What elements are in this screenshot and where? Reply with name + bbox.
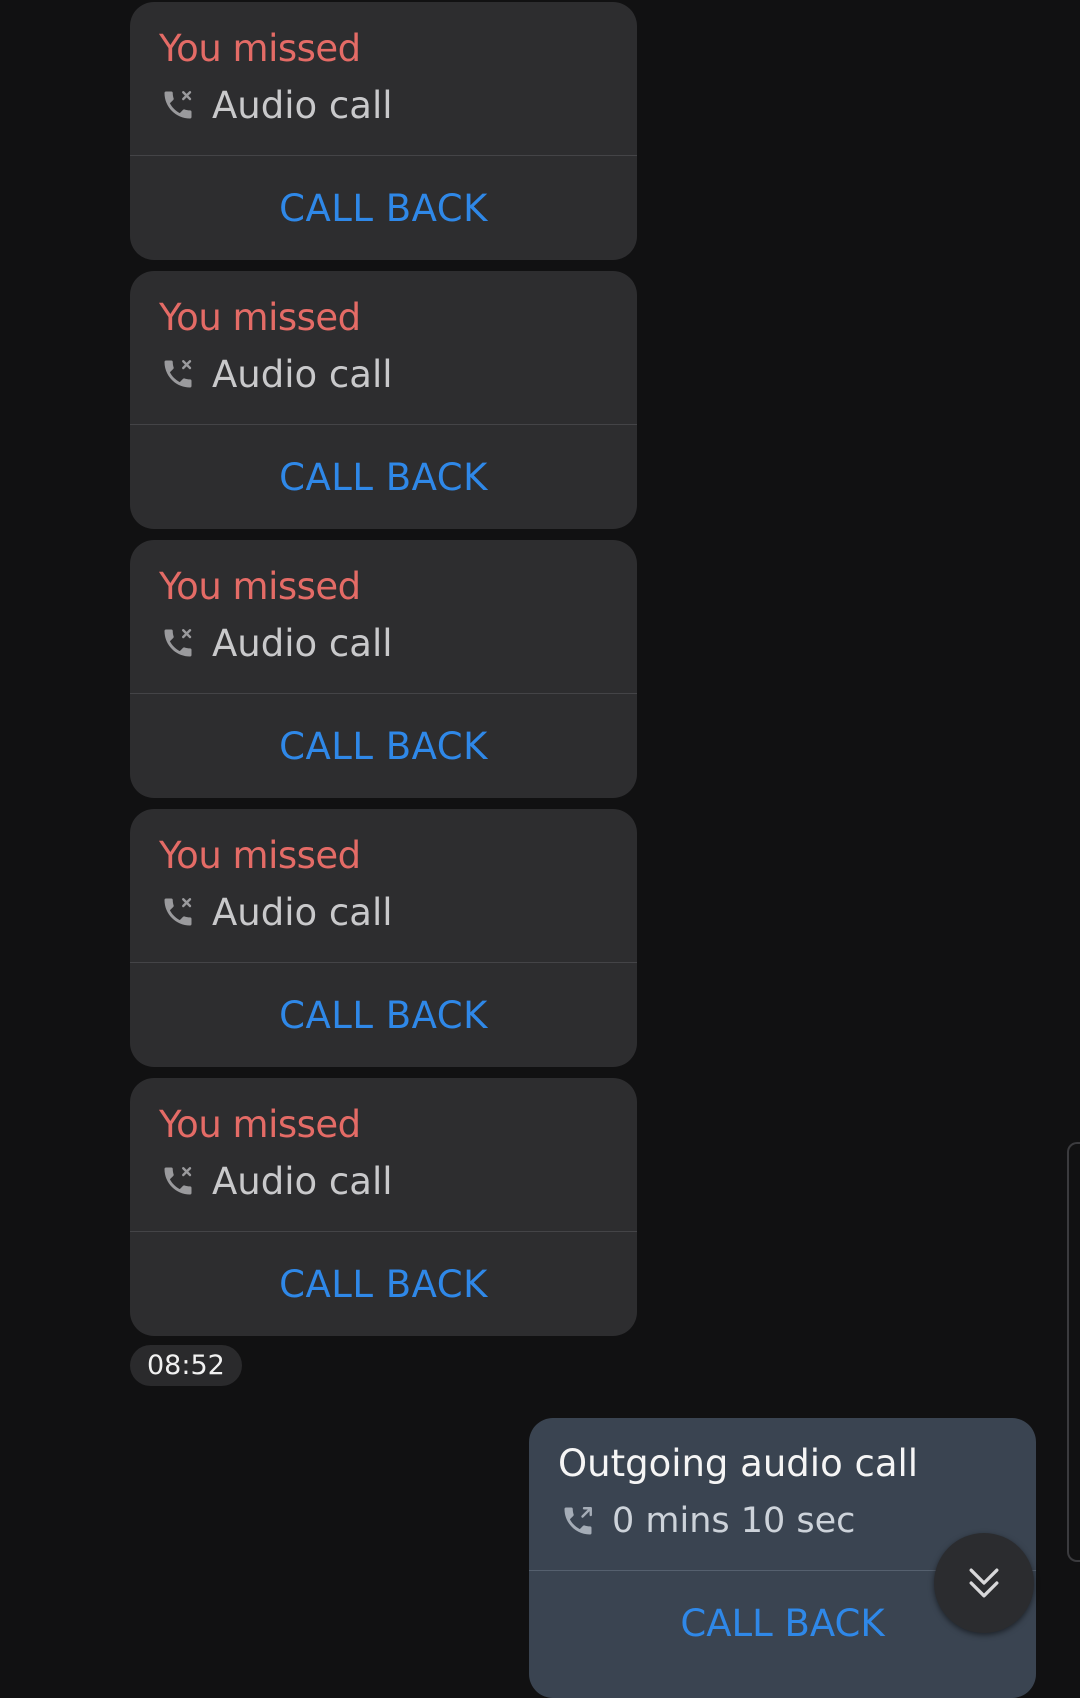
call-back-button[interactable]: CALL BACK bbox=[130, 963, 637, 1067]
outgoing-call-duration: 0 mins 10 sec bbox=[612, 1501, 856, 1541]
missed-call-info: You missed Audio call bbox=[130, 809, 637, 962]
outgoing-call-duration-row: 0 mins 10 sec bbox=[560, 1498, 855, 1544]
missed-call-type-label: Audio call bbox=[212, 621, 393, 665]
chat-conversation: You missed Audio call CALL BACK You miss… bbox=[0, 0, 1080, 1698]
call-back-button[interactable]: CALL BACK bbox=[130, 156, 637, 260]
outgoing-call-icon bbox=[564, 1507, 592, 1535]
missed-call-type-row: Audio call bbox=[160, 620, 393, 666]
missed-call-info: You missed Audio call bbox=[130, 2, 637, 155]
missed-call-icon bbox=[164, 898, 192, 926]
missed-call-type-label: Audio call bbox=[212, 890, 393, 934]
missed-call-type-label: Audio call bbox=[212, 352, 393, 396]
missed-call-card: You missed Audio call CALL BACK bbox=[130, 1078, 637, 1336]
missed-call-type-row: Audio call bbox=[160, 889, 393, 935]
missed-call-card: You missed Audio call CALL BACK bbox=[130, 809, 637, 1067]
missed-call-title: You missed bbox=[159, 565, 361, 608]
missed-call-icon bbox=[164, 360, 192, 388]
call-back-button[interactable]: CALL BACK bbox=[130, 694, 637, 798]
missed-call-title: You missed bbox=[159, 27, 361, 70]
missed-call-type-row: Audio call bbox=[160, 82, 393, 128]
missed-call-icon bbox=[164, 91, 192, 119]
missed-call-type-label: Audio call bbox=[212, 83, 393, 127]
missed-call-type-row: Audio call bbox=[160, 1158, 393, 1204]
missed-call-info: You missed Audio call bbox=[130, 271, 637, 424]
missed-call-info: You missed Audio call bbox=[130, 1078, 637, 1231]
message-timestamp: 08:52 bbox=[130, 1345, 242, 1386]
double-chevron-down-icon bbox=[969, 1568, 999, 1598]
missed-call-title: You missed bbox=[159, 1103, 361, 1146]
outgoing-call-title: Outgoing audio call bbox=[558, 1442, 919, 1485]
scroll-to-bottom-button[interactable] bbox=[934, 1533, 1034, 1633]
missed-call-title: You missed bbox=[159, 834, 361, 877]
missed-call-card: You missed Audio call CALL BACK bbox=[130, 271, 637, 529]
missed-call-icon bbox=[164, 1167, 192, 1195]
missed-call-icon bbox=[164, 629, 192, 657]
call-back-button[interactable]: CALL BACK bbox=[130, 425, 637, 529]
edge-panel-handle[interactable] bbox=[1067, 1142, 1080, 1562]
missed-call-title: You missed bbox=[159, 296, 361, 339]
missed-call-info: You missed Audio call bbox=[130, 540, 637, 693]
missed-call-type-label: Audio call bbox=[212, 1159, 393, 1203]
call-back-button[interactable]: CALL BACK bbox=[130, 1232, 637, 1336]
missed-call-card: You missed Audio call CALL BACK bbox=[130, 540, 637, 798]
missed-call-type-row: Audio call bbox=[160, 351, 393, 397]
missed-call-card: You missed Audio call CALL BACK bbox=[130, 2, 637, 260]
